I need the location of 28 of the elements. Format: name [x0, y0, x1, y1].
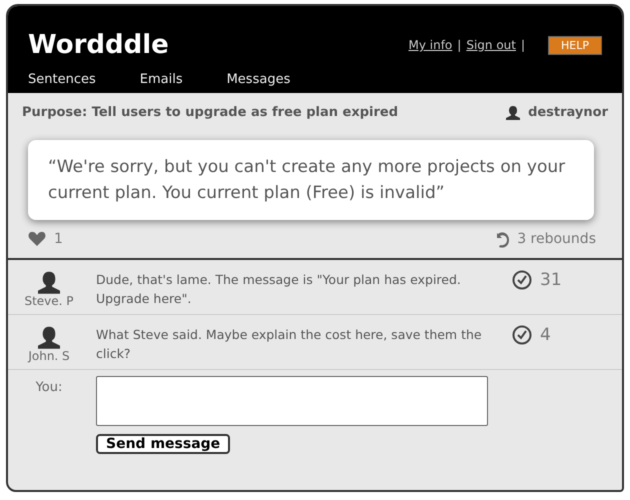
- separator: |: [520, 38, 526, 52]
- avatar-icon: [38, 325, 60, 349]
- heart-icon[interactable]: [28, 231, 46, 247]
- like-count: 1: [54, 231, 63, 247]
- check-icon[interactable]: [512, 270, 532, 290]
- vote-count: 4: [540, 325, 551, 345]
- message-field[interactable]: [96, 376, 488, 426]
- nav-item[interactable]: Messages: [226, 72, 290, 87]
- author-name: John. S: [28, 349, 70, 363]
- nav-item[interactable]: Sentences: [28, 72, 96, 87]
- rebound-count: 3 rebounds: [517, 231, 596, 247]
- comment-text: What Steve said. Maybe explain the cost here, save them the click?: [96, 326, 483, 363]
- separator: |: [457, 38, 462, 52]
- purpose-text: Purpose: Tell users to upgrade as free plan expired: [22, 105, 400, 120]
- avatar-icon: [38, 270, 60, 294]
- send-button[interactable]: Send message: [96, 434, 230, 454]
- username: destraynor: [528, 105, 608, 120]
- nav-item[interactable]: Emails: [140, 72, 183, 87]
- check-icon[interactable]: [512, 325, 532, 345]
- user-icon: [506, 105, 520, 120]
- vote-count: 31: [540, 270, 562, 290]
- header-link[interactable]: Sign out: [466, 38, 516, 52]
- logo: Wordddle: [28, 30, 170, 60]
- author-name: Steve. P: [24, 294, 74, 308]
- comment-text: Dude, that's lame. The message is "Your plan has expired. Upgrade here".: [96, 271, 462, 308]
- quote-card: “We're sorry, but you can't create any more projects on your current plan. You current plan (Free) is invalid”: [28, 140, 594, 220]
- reply-label: You:: [34, 379, 64, 397]
- header-link[interactable]: My info: [408, 38, 452, 52]
